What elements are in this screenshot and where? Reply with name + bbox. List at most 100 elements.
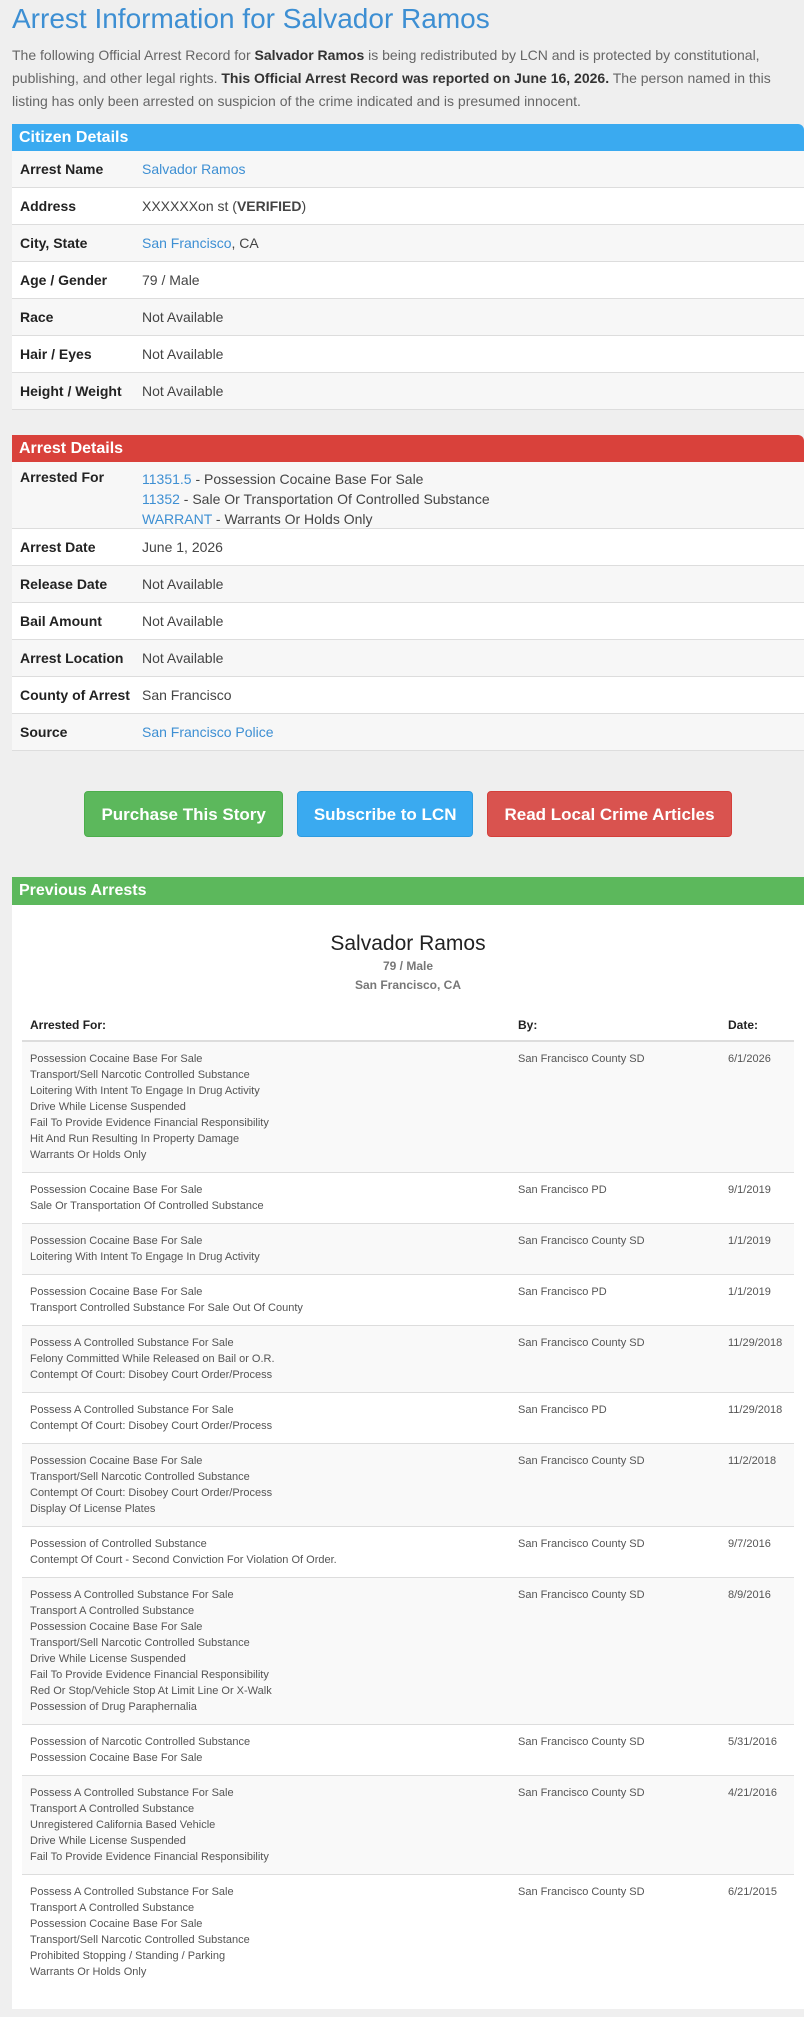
page-title: Arrest Information for Salvador Ramos — [12, 3, 490, 34]
col-arrested-for: Arrested For: — [22, 1009, 510, 1042]
col-by: By: — [510, 1009, 720, 1042]
cell-by: San Francisco County SD — [510, 1775, 720, 1875]
table-row: Possess A Controlled Substance For Sale C… — [22, 1392, 794, 1444]
charge-item: Drive While License Suspended — [30, 1653, 186, 1665]
cell-date: 6/1/2026 — [720, 1040, 794, 1173]
charge-item: Possess A Controlled Substance For Sale — [30, 1337, 234, 1349]
previous-arrests-table: Arrested For: By: Date: Possession Cocai… — [22, 1009, 794, 1989]
table-header-row: Arrested For: By: Date: — [22, 1009, 794, 1042]
row-source: Source San Francisco Police — [12, 714, 804, 751]
cell-date: 5/31/2016 — [720, 1724, 794, 1776]
subscribe-button[interactable]: Subscribe to LCN — [296, 791, 474, 837]
row-arrest-date: Arrest Date June 1, 2026 — [12, 529, 804, 566]
charge-item: Possession Cocaine Base For Sale — [30, 1053, 203, 1065]
table-row: Possession of Controlled Substance Contem… — [22, 1526, 794, 1578]
charge-item: Sale Or Transportation Of Controlled Sub… — [30, 1200, 264, 1212]
charge-line: 11352 - Sale Or Transportation Of Contro… — [142, 489, 804, 509]
charge-item: Possession Cocaine Base For Sale — [30, 1235, 203, 1247]
table-row: Possession Cocaine Base For Sale Transpor… — [22, 1443, 794, 1527]
row-release-date: Release Date Not Available — [12, 566, 804, 603]
charge-item: Possession Cocaine Base For Sale — [30, 1286, 203, 1298]
charge-item: Unregistered California Based Vehicle — [30, 1819, 216, 1831]
value-bail-amount: Not Available — [142, 613, 224, 629]
charge-item: Drive While License Suspended — [30, 1835, 186, 1847]
charge-desc: - Possession Cocaine Base For Sale — [191, 471, 424, 487]
purchase-story-button[interactable]: Purchase This Story — [84, 791, 283, 837]
value-source: San Francisco Police — [142, 714, 804, 750]
label-arrest-location: Arrest Location — [20, 650, 124, 666]
charge-item: Transport/Sell Narcotic Controlled Subst… — [30, 1637, 250, 1649]
cell-by: San Francisco PD — [510, 1172, 720, 1224]
city-link[interactable]: San Francisco — [142, 235, 231, 251]
address-text: XXXXXXon st ( — [142, 198, 237, 214]
table-row: Possession Cocaine Base For Sale Sale Or … — [22, 1172, 794, 1224]
label-address: Address — [20, 198, 77, 214]
citizen-details-header: Citizen Details — [12, 124, 804, 151]
cell-by: San Francisco PD — [510, 1274, 720, 1326]
intro-name: Salvador Ramos — [254, 47, 365, 63]
cell-charges: Possession of Controlled Substance Contem… — [22, 1526, 510, 1578]
charge-item: Loitering With Intent To Engage In Drug … — [30, 1085, 260, 1097]
cell-by: San Francisco County SD — [510, 1724, 720, 1776]
arrest-details-header: Arrest Details — [12, 435, 804, 462]
value-release-date: Not Available — [142, 576, 224, 592]
charge-item: Contempt Of Court: Disobey Court Order/P… — [30, 1369, 273, 1381]
address-verified: VERIFIED — [236, 198, 302, 214]
charge-item: Possession of Drug Paraphernalia — [30, 1701, 197, 1713]
row-county-of-arrest: County of Arrest San Francisco — [12, 677, 804, 714]
charge-item: Possession Cocaine Base For Sale — [30, 1455, 203, 1467]
charge-line: 11351.5 - Possession Cocaine Base For Sa… — [142, 469, 804, 489]
cell-by: San Francisco PD — [510, 1392, 720, 1444]
value-hair-eyes: Not Available — [142, 346, 224, 362]
charge-code-link[interactable]: 11351.5 — [142, 471, 192, 487]
table-row: Possession Cocaine Base For Sale Transpor… — [22, 1274, 794, 1326]
charge-code-link[interactable]: WARRANT — [142, 511, 212, 527]
row-arrest-location: Arrest Location Not Available — [12, 640, 804, 677]
arrest-details-rows: Arrested For 11351.5 - Possession Cocain… — [12, 462, 804, 751]
cell-date: 1/1/2019 — [720, 1223, 794, 1275]
previous-arrests-body: Possession Cocaine Base For Sale Transpor… — [22, 1040, 794, 1989]
charge-item: Drive While License Suspended — [30, 1101, 186, 1113]
charge-item: Transport Controlled Substance For Sale … — [30, 1302, 303, 1314]
intro-part1: The following Official Arrest Record for — [12, 47, 255, 63]
cell-by: San Francisco County SD — [510, 1325, 720, 1393]
cell-date: 4/21/2016 — [720, 1775, 794, 1875]
charge-item: Transport A Controlled Substance — [30, 1902, 195, 1914]
row-city-state: City, State San Francisco, CA — [12, 225, 804, 262]
cell-charges: Possess A Controlled Substance For Sale C… — [22, 1392, 510, 1444]
value-race: Not Available — [142, 309, 224, 325]
value-arrest-name: Salvador Ramos — [142, 151, 804, 187]
cell-date: 11/2/2018 — [720, 1443, 794, 1527]
row-height-weight: Height / Weight Not Available — [12, 373, 804, 410]
read-articles-button[interactable]: Read Local Crime Articles — [487, 791, 732, 837]
source-link[interactable]: San Francisco Police — [142, 724, 274, 740]
cell-date: 1/1/2019 — [720, 1274, 794, 1326]
charge-item: Possess A Controlled Substance For Sale — [30, 1787, 234, 1799]
charge-item: Warrants Or Holds Only — [30, 1966, 147, 1978]
cell-charges: Possession Cocaine Base For Sale Loiterin… — [22, 1223, 510, 1275]
intro-text: The following Official Arrest Record for… — [0, 36, 804, 113]
cell-date: 11/29/2018 — [720, 1392, 794, 1444]
cell-charges: Possess A Controlled Substance For Sale F… — [22, 1325, 510, 1393]
charge-item: Prohibited Stopping / Standing / Parking — [30, 1950, 226, 1962]
table-row: Possess A Controlled Substance For Sale T… — [22, 1874, 794, 1989]
arrest-name-link[interactable]: Salvador Ramos — [142, 161, 246, 177]
charge-item: Transport/Sell Narcotic Controlled Subst… — [30, 1934, 250, 1946]
value-arrested-for: 11351.5 - Possession Cocaine Base For Sa… — [142, 469, 804, 529]
value-city-state: San Francisco, CA — [142, 225, 804, 261]
cell-charges: Possess A Controlled Substance For Sale T… — [22, 1874, 510, 1989]
charge-item: Possession of Narcotic Controlled Substa… — [30, 1736, 251, 1748]
value-county-of-arrest: San Francisco — [142, 687, 232, 703]
intro-reported: This Official Arrest Record was reported… — [221, 70, 610, 86]
label-source: Source — [20, 724, 68, 740]
cell-charges: Possession of Narcotic Controlled Substa… — [22, 1724, 510, 1776]
charge-item: Fail To Provide Evidence Financial Respo… — [30, 1669, 269, 1681]
charge-item: Display Of License Plates — [30, 1503, 156, 1515]
charge-item: Possess A Controlled Substance For Sale — [30, 1886, 234, 1898]
charge-code-link[interactable]: 11352 — [142, 491, 180, 507]
citizen-details-rows: Arrest Name Salvador Ramos Address XXXXX… — [12, 151, 804, 410]
page: Arrest Information for Salvador Ramos Th… — [0, 0, 804, 2017]
cell-date: 9/1/2019 — [720, 1172, 794, 1224]
label-county-of-arrest: County of Arrest — [20, 687, 130, 703]
charge-item: Possession of Controlled Substance — [30, 1538, 207, 1550]
